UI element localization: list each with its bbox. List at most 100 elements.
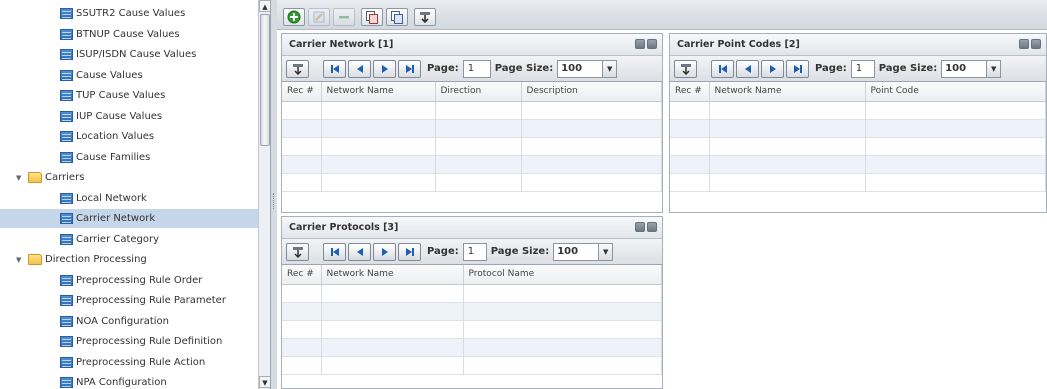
table-cell[interactable]: [321, 302, 464, 321]
table-row[interactable]: [670, 137, 1046, 156]
minimize-icon[interactable]: [1019, 39, 1029, 49]
prev-page-button[interactable]: [348, 59, 371, 78]
table-cell[interactable]: [435, 173, 522, 192]
next-page-button[interactable]: [373, 59, 396, 78]
table-row[interactable]: [282, 356, 662, 375]
maximize-icon[interactable]: [647, 222, 657, 232]
tree-item[interactable]: Cause Values: [0, 66, 258, 85]
export-button[interactable]: [414, 8, 436, 26]
add-button[interactable]: [283, 8, 305, 26]
column-header[interactable]: Network Name: [709, 82, 866, 102]
delete-button[interactable]: [333, 8, 355, 26]
table-cell[interactable]: [521, 101, 662, 120]
table-cell[interactable]: [865, 101, 1046, 120]
tree-item[interactable]: BTNUP Cause Values: [0, 25, 258, 44]
page-input[interactable]: 1: [462, 59, 491, 78]
table-row[interactable]: [282, 302, 662, 321]
table-cell[interactable]: [282, 338, 322, 357]
table-cell[interactable]: [435, 119, 522, 138]
page-size-select[interactable]: 100 ▼: [557, 59, 618, 78]
tree-item[interactable]: NPA Configuration: [0, 373, 258, 389]
table-row[interactable]: [670, 119, 1046, 138]
table-cell[interactable]: [865, 155, 1046, 174]
tree-item[interactable]: Local Network: [0, 189, 258, 208]
table-row[interactable]: [670, 101, 1046, 120]
table-cell[interactable]: [321, 320, 464, 339]
tree-item[interactable]: ▼ Carriers: [0, 168, 258, 187]
minimize-icon[interactable]: [635, 39, 645, 49]
tree-item[interactable]: Carrier Network: [0, 209, 258, 228]
table-cell[interactable]: [321, 119, 436, 138]
table-cell[interactable]: [282, 284, 322, 303]
table-cell[interactable]: [282, 101, 322, 120]
table-cell[interactable]: [435, 155, 522, 174]
table-cell[interactable]: [709, 119, 866, 138]
expand-caret-icon[interactable]: ▼: [16, 174, 24, 182]
expand-caret-icon[interactable]: ▼: [16, 256, 24, 264]
tree-item[interactable]: Carrier Category: [0, 230, 258, 249]
table-cell[interactable]: [321, 137, 436, 156]
next-page-button[interactable]: [373, 242, 396, 261]
table-cell[interactable]: [521, 173, 662, 192]
prev-page-button[interactable]: [348, 242, 371, 261]
table-row[interactable]: [670, 155, 1046, 174]
page-size-select[interactable]: 100 ▼: [941, 59, 1002, 78]
tree-item[interactable]: SSUTR2 Cause Values: [0, 4, 258, 23]
tree-item[interactable]: Preprocessing Rule Action: [0, 353, 258, 372]
tree-item[interactable]: NOA Configuration: [0, 312, 258, 331]
chevron-down-icon[interactable]: ▼: [602, 60, 617, 77]
table-cell[interactable]: [282, 155, 322, 174]
column-header[interactable]: Rec #: [670, 82, 710, 102]
table-row[interactable]: [282, 338, 662, 357]
first-page-button[interactable]: [323, 59, 346, 78]
last-page-button[interactable]: [398, 59, 421, 78]
column-header[interactable]: Protocol Name: [463, 265, 662, 285]
tree-item[interactable]: Cause Families: [0, 148, 258, 167]
tree-item[interactable]: TUP Cause Values: [0, 86, 258, 105]
table-cell[interactable]: [321, 356, 464, 375]
first-page-button[interactable]: [323, 242, 346, 261]
page-size-select[interactable]: 100 ▼: [553, 242, 614, 261]
table-row[interactable]: [282, 119, 662, 138]
table-cell[interactable]: [282, 302, 322, 321]
table-row[interactable]: [282, 137, 662, 156]
tree-item[interactable]: Location Values: [0, 127, 258, 146]
next-page-button[interactable]: [761, 59, 784, 78]
export-grid-button[interactable]: [286, 59, 309, 78]
tree-item[interactable]: ISUP/ISDN Cause Values: [0, 45, 258, 64]
page-input[interactable]: 1: [462, 242, 487, 261]
table-cell[interactable]: [321, 173, 436, 192]
table-cell[interactable]: [321, 338, 464, 357]
export-grid-button[interactable]: [674, 59, 697, 78]
copy-button[interactable]: [361, 8, 383, 26]
table-cell[interactable]: [521, 137, 662, 156]
prev-page-button[interactable]: [736, 59, 759, 78]
table-row[interactable]: [670, 173, 1046, 192]
table-cell[interactable]: [463, 284, 662, 303]
panel-splitter[interactable]: [271, 0, 277, 389]
table-cell[interactable]: [282, 173, 322, 192]
maximize-icon[interactable]: [1031, 39, 1041, 49]
minimize-icon[interactable]: [635, 222, 645, 232]
paste-button[interactable]: [386, 8, 408, 26]
table-row[interactable]: [282, 155, 662, 174]
table-cell[interactable]: [282, 119, 322, 138]
table-cell[interactable]: [282, 320, 322, 339]
last-page-button[interactable]: [786, 59, 809, 78]
column-header[interactable]: Rec #: [282, 82, 322, 102]
table-cell[interactable]: [435, 137, 522, 156]
table-cell[interactable]: [321, 155, 436, 174]
table-cell[interactable]: [670, 101, 710, 120]
table-row[interactable]: [282, 320, 662, 339]
table-cell[interactable]: [282, 356, 322, 375]
table-cell[interactable]: [321, 101, 436, 120]
table-cell[interactable]: [670, 155, 710, 174]
table-cell[interactable]: [521, 155, 662, 174]
table-cell[interactable]: [709, 101, 866, 120]
table-cell[interactable]: [709, 155, 866, 174]
table-row[interactable]: [282, 101, 662, 120]
table-cell[interactable]: [670, 119, 710, 138]
splitter-grip[interactable]: [273, 193, 275, 209]
table-row[interactable]: [282, 284, 662, 303]
table-cell[interactable]: [463, 338, 662, 357]
